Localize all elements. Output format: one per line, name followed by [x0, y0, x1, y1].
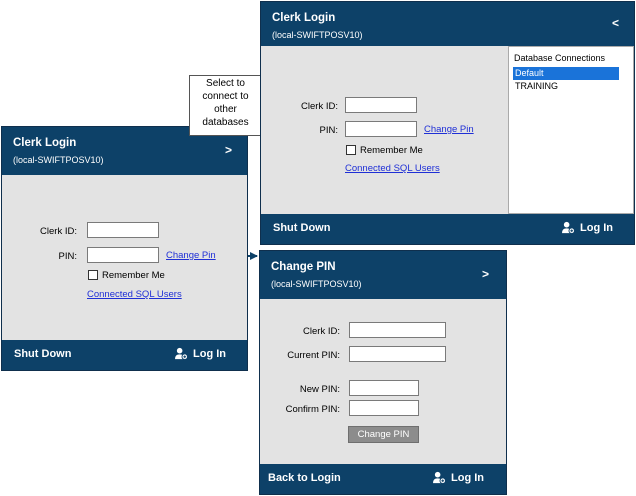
back-to-login-button[interactable]: Back to Login — [268, 472, 341, 484]
db-item-training[interactable]: TRAINING — [513, 80, 558, 93]
log-in-button[interactable]: Log In — [562, 221, 613, 234]
connected-sql-users-link[interactable]: Connected SQL Users — [87, 289, 182, 300]
clerk-login-window: Clerk Login (local-SWIFTPOSV10) > Clerk … — [1, 126, 248, 371]
remember-me-label: Remember Me — [102, 270, 165, 281]
log-in-button[interactable]: Log In — [175, 347, 226, 360]
callout-line: Select to — [206, 78, 245, 89]
window-footer: Back to Login Log In — [260, 464, 506, 494]
expand-chevron-icon[interactable]: > — [482, 267, 489, 281]
window-title: Clerk Login — [272, 12, 336, 24]
current-pin-label: Current PIN: — [287, 350, 340, 361]
current-pin-input[interactable] — [349, 346, 446, 362]
log-in-label: Log In — [193, 347, 226, 360]
window-title: Change PIN — [271, 261, 336, 273]
confirm-pin-label: Confirm PIN: — [285, 404, 340, 415]
clerk-id-label: Clerk ID: — [40, 226, 77, 237]
callout-line: connect to — [202, 91, 249, 102]
remember-me-label: Remember Me — [360, 145, 423, 156]
db-item-default[interactable]: Default — [513, 67, 619, 80]
window-title: Clerk Login — [13, 137, 77, 149]
pin-input[interactable] — [87, 247, 159, 263]
window-subtitle: (local-SWIFTPOSV10) — [271, 279, 362, 289]
user-login-icon — [175, 347, 188, 360]
user-login-icon — [562, 221, 575, 234]
remember-me-checkbox[interactable] — [88, 270, 98, 280]
change-pin-submit-button[interactable]: Change PIN — [348, 426, 419, 443]
shut-down-button[interactable]: Shut Down — [14, 348, 71, 360]
remember-me-checkbox[interactable] — [346, 145, 356, 155]
clerk-id-input[interactable] — [349, 322, 446, 338]
log-in-label: Log In — [580, 221, 613, 234]
clerk-id-label: Clerk ID: — [303, 326, 340, 337]
callout-line: other — [214, 104, 237, 115]
callout-line: databases — [202, 117, 249, 128]
new-pin-label: New PIN: — [299, 384, 340, 395]
expand-chevron-icon[interactable]: > — [225, 143, 232, 157]
pin-label: PIN: — [58, 251, 77, 262]
collapse-chevron-icon[interactable]: < — [612, 16, 619, 30]
window-subtitle: (local-SWIFTPOSV10) — [272, 30, 363, 40]
pin-label: PIN: — [319, 125, 338, 136]
window-footer: Shut Down Log In — [261, 214, 634, 244]
pin-input[interactable] — [345, 121, 417, 137]
window-footer: Shut Down Log In — [2, 340, 247, 370]
log-in-label: Log In — [451, 471, 484, 484]
window-header: Clerk Login (local-SWIFTPOSV10) < — [261, 2, 634, 46]
user-login-icon — [433, 471, 446, 484]
shut-down-button[interactable]: Shut Down — [273, 222, 330, 234]
clerk-id-input[interactable] — [87, 222, 159, 238]
change-pin-window: Change PIN (local-SWIFTPOSV10) > Clerk I… — [259, 250, 507, 495]
clerk-id-label: Clerk ID: — [301, 101, 338, 112]
database-connections-list[interactable]: Database Connections Default TRAINING — [508, 46, 634, 214]
confirm-pin-input[interactable] — [349, 400, 419, 416]
new-pin-input[interactable] — [349, 380, 419, 396]
connected-sql-users-link[interactable]: Connected SQL Users — [345, 163, 440, 174]
window-header: Change PIN (local-SWIFTPOSV10) > — [260, 251, 506, 299]
log-in-button[interactable]: Log In — [433, 471, 484, 484]
clerk-login-expanded-window: Clerk Login (local-SWIFTPOSV10) < Clerk … — [260, 1, 635, 245]
clerk-id-input[interactable] — [345, 97, 417, 113]
change-pin-link[interactable]: Change Pin — [424, 124, 474, 135]
change-pin-link[interactable]: Change Pin — [166, 250, 216, 261]
annotation-callout: Select to connect to other databases — [189, 75, 262, 136]
database-connections-header: Database Connections — [514, 53, 606, 63]
window-subtitle: (local-SWIFTPOSV10) — [13, 155, 104, 165]
